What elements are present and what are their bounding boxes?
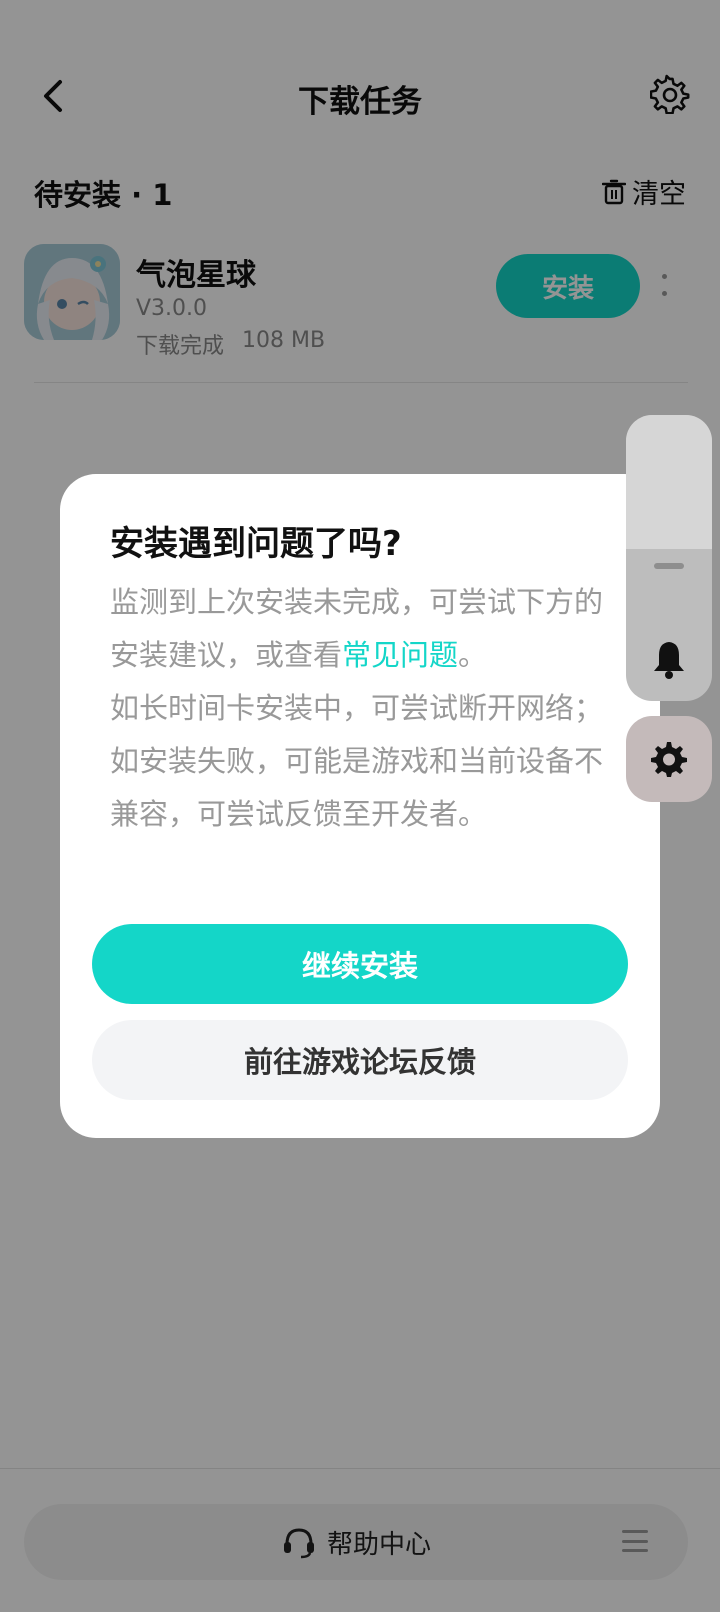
gear-icon-small [651,742,687,777]
dialog-paragraph-2: 如长时间卡安装中，可尝试断开网络； [110,691,604,725]
dialog-body: 监测到上次安装未完成，可尝试下方的安装建议，或查看常见问题。 如长时间卡安装中，… [110,576,620,841]
bell-icon[interactable] [650,639,688,679]
volume-slider[interactable] [626,415,712,701]
forum-feedback-button[interactable]: 前往游戏论坛反馈 [92,1020,628,1100]
volume-handle[interactable] [654,563,684,569]
dialog-text-1-end: 。 [458,638,488,672]
dialog-paragraph-3: 如安装失败，可能是游戏和当前设备不兼容，可尝试反馈至开发者。 [110,744,604,831]
dialog-title: 安装遇到问题了吗? [110,524,402,564]
dialog-paragraph-1: 监测到上次安装未完成，可尝试下方的安装建议，或查看常见问题。 [110,576,620,682]
faq-link[interactable]: 常见问题 [342,638,458,672]
volume-track [626,415,712,549]
install-problem-dialog: 安装遇到问题了吗? 监测到上次安装未完成，可尝试下方的安装建议，或查看常见问题。… [60,474,660,1138]
continue-install-button[interactable]: 继续安装 [92,924,628,1004]
volume-settings-icon[interactable] [626,716,712,802]
